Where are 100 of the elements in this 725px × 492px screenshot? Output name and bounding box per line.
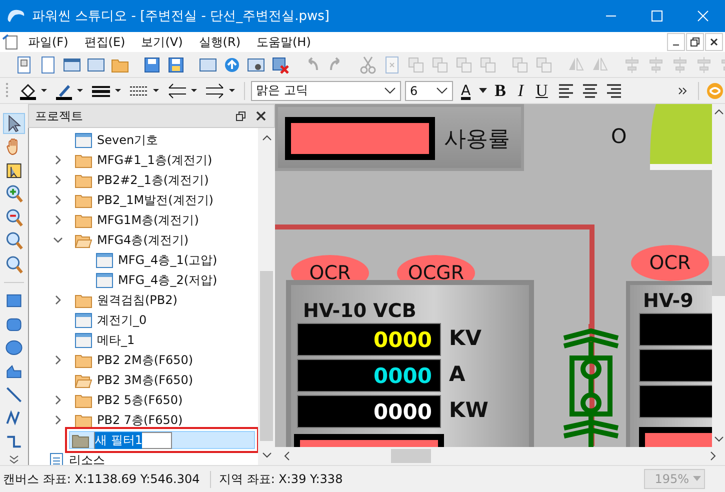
folder-icon	[75, 152, 92, 168]
menu-item[interactable]: 도움말(H)	[248, 34, 319, 50]
diagram-canvas[interactable]: 사용률 O OCR OCGR OCR HV-10 VCB 0000 KV 0000 A 0000 KW HV-9	[275, 104, 712, 447]
tree-item[interactable]: 계전기_0	[97, 312, 147, 328]
tree-item[interactable]: MFG_4층_1(고압)	[118, 252, 218, 268]
page-icon	[75, 132, 92, 148]
text-color-button[interactable]: A	[457, 82, 475, 98]
tree-item[interactable]: PB2_1M발전(계전기)	[97, 192, 214, 208]
tree-item[interactable]: PB2 3M층(F650)	[97, 372, 194, 388]
relay-tag: OCR	[631, 245, 709, 281]
page-icon	[75, 332, 92, 348]
selected-tree-row[interactable]: 새 필터1	[69, 431, 255, 449]
save-icon[interactable]	[142, 54, 162, 74]
usage-label: 사용률	[444, 126, 510, 154]
caret-icon[interactable]	[478, 88, 487, 94]
chevron-right-icon[interactable]	[53, 295, 63, 305]
chevron-down-icon[interactable]	[53, 235, 63, 245]
zoom-100-tool-icon[interactable]	[4, 231, 24, 251]
overflow-chevron-icon[interactable]	[678, 86, 688, 96]
app-logo-icon	[6, 8, 26, 24]
folder-icon	[75, 172, 92, 188]
scroll-down-icon[interactable]	[714, 435, 724, 443]
scroll-thumb[interactable]	[391, 449, 431, 463]
underline-button[interactable]: U	[532, 80, 552, 100]
caret-icon	[693, 476, 701, 482]
panel-title: HV-9	[643, 290, 694, 312]
folder-icon	[75, 392, 92, 408]
chevron-right-icon[interactable]	[53, 355, 63, 365]
chevron-right-icon[interactable]	[53, 415, 63, 425]
delete-icon[interactable]	[270, 54, 290, 74]
meter-readout: 0000	[374, 328, 432, 352]
tree-item[interactable]: MFG4층(계전기)	[97, 232, 189, 248]
page-icon	[96, 252, 113, 268]
scroll-down-icon[interactable]	[262, 451, 272, 459]
scroll-right-icon[interactable]	[709, 451, 717, 461]
page-icon	[96, 272, 113, 288]
menu-item[interactable]: 보기(V)	[133, 34, 191, 50]
chevron-right-icon[interactable]	[53, 215, 63, 225]
panel-title: 프로젝트	[35, 108, 84, 124]
folder-icon	[75, 412, 92, 428]
canvas-coordinates: 캔버스 좌표: X:1138.69 Y:546.304	[0, 470, 211, 488]
tree-item[interactable]: 메타_1	[97, 332, 135, 348]
folder-icon	[75, 212, 92, 228]
scroll-thumb[interactable]	[712, 256, 725, 296]
bold-button[interactable]: B	[490, 80, 510, 100]
tree-item[interactable]: MFG#1_1층(계전기)	[97, 152, 212, 168]
tree-item[interactable]: Seven기호	[97, 132, 158, 148]
save-all-icon[interactable]	[166, 54, 186, 74]
scroll-up-icon[interactable]	[262, 134, 272, 142]
scrollbar[interactable]	[258, 128, 275, 465]
folder-icon	[75, 292, 92, 308]
menu-item[interactable]: 실행(R)	[190, 34, 248, 50]
folder-icon	[72, 432, 89, 448]
rename-field[interactable]: 새 필터1	[94, 432, 172, 448]
menu-item[interactable]: 파일(F)	[20, 34, 76, 50]
folder-icon	[75, 352, 92, 368]
tree-item[interactable]: 리소스	[69, 452, 105, 465]
state-label: O	[611, 124, 627, 148]
chevron-down-icon	[436, 86, 448, 94]
tree-item[interactable]: MFG1M층(계전기)	[97, 212, 199, 228]
tree-item[interactable]: PB2 5층(F650)	[97, 392, 183, 408]
tree-item[interactable]: 원격검침(PB2)	[97, 292, 178, 308]
zoom-in-tool-icon[interactable]	[4, 184, 24, 204]
ellipse-tool-icon[interactable]	[4, 338, 24, 358]
panel-title: HV-10 VCB	[303, 300, 416, 322]
scroll-up-icon[interactable]	[714, 108, 724, 116]
restore-icon[interactable]	[686, 33, 704, 51]
chevron-right-icon[interactable]	[53, 175, 63, 185]
maximize-icon[interactable]	[651, 10, 663, 22]
unit-label: KV	[449, 326, 482, 350]
tree-item[interactable]: MFG_4층_2(저압)	[118, 272, 218, 288]
restore-icon[interactable]	[236, 111, 246, 121]
page-icon	[75, 312, 92, 328]
tree-item[interactable]: PB2 7층(F650)	[97, 412, 183, 428]
folder-icon	[75, 192, 92, 208]
close-icon[interactable]	[256, 111, 266, 121]
tree-item[interactable]: PB2 2M층(F650)	[97, 352, 194, 368]
chevron-down-icon	[384, 86, 396, 94]
arrow-start-icon[interactable]	[166, 80, 200, 100]
zoom-out-tool-icon[interactable]	[4, 208, 24, 228]
chevron-right-icon[interactable]	[53, 195, 63, 205]
scroll-thumb[interactable]	[260, 271, 273, 441]
open-folder-icon	[75, 232, 92, 248]
font-dropdown[interactable]: 맑은 고딕	[251, 80, 401, 100]
node-tool-icon[interactable]	[4, 160, 24, 180]
zoom-fit-tool-icon[interactable]	[4, 254, 24, 274]
arrow-end-icon[interactable]	[204, 80, 238, 100]
window-title: 파워씬 스튜디오 - [주변전실 - 단선_주변전실.pws]	[32, 8, 330, 25]
menu-item[interactable]: 편집(E)	[76, 34, 134, 50]
tree-item[interactable]: PB2#2_1층(계전기)	[97, 172, 209, 188]
more-tools-chevron-icon[interactable]	[8, 455, 20, 466]
font-size-dropdown[interactable]: 6	[405, 80, 453, 100]
italic-button[interactable]: I	[514, 80, 528, 100]
line-tool-icon[interactable]	[4, 384, 24, 404]
chevron-right-icon[interactable]	[53, 155, 63, 165]
meter-readout: 0000	[374, 364, 432, 388]
scroll-left-icon[interactable]	[283, 451, 291, 461]
unit-label: KW	[449, 398, 488, 422]
pointer-tool-icon[interactable]	[4, 114, 24, 134]
chevron-right-icon[interactable]	[53, 395, 63, 405]
